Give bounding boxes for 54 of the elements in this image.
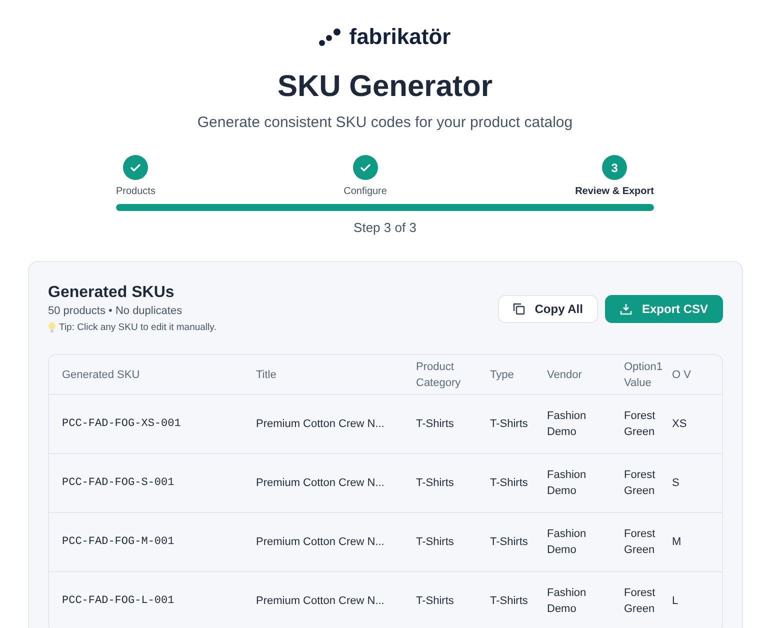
lightbulb-icon <box>48 322 56 333</box>
export-button[interactable]: Export CSV <box>604 295 723 323</box>
table-cell-text: Fashion Demo <box>547 586 588 617</box>
column-header: Product Category <box>416 360 462 390</box>
check-icon <box>360 163 371 172</box>
table-cell-text: Fashion Demo <box>547 409 588 440</box>
table-cell-text: Fashion Demo <box>547 527 588 558</box>
table-cell-text: T-Shirts <box>416 535 455 550</box>
sku-cell[interactable]: PCC-FAD-FOG-S-001 <box>49 475 256 491</box>
column-header: Vendor <box>547 368 583 382</box>
copy-button[interactable]: Copy All <box>498 295 598 323</box>
table-cell-text: Forest Green <box>624 468 656 499</box>
table-cell-text: Forest Green <box>624 409 656 440</box>
table-cell-text: XS <box>672 417 688 432</box>
step-label: Review & Export <box>575 186 654 197</box>
table-cell-text: Premium Cotton Crew N... <box>256 594 386 609</box>
dots-logo-icon <box>319 28 342 46</box>
table-cell-text: T-Shirts <box>416 476 455 491</box>
table-cell-text: T-Shirts <box>490 535 529 550</box>
step-caption: Step 3 of 3 <box>352 220 418 235</box>
logo-text: fabrikatör <box>349 24 451 50</box>
table-cell-text: Premium Cotton Crew N... <box>256 476 386 491</box>
column-header: Option1 Value <box>624 360 664 390</box>
table-cell-text: T-Shirts <box>416 417 455 432</box>
sku-cell[interactable]: PCC-FAD-FOG-XS-001 <box>49 416 256 432</box>
tip-text: Tip: Click any SKU to edit it manually. <box>59 322 216 333</box>
column-header: Generated SKU <box>61 368 141 382</box>
table-cell-text: S <box>672 476 680 491</box>
copy-icon <box>512 303 525 315</box>
page-title: SKU Generator <box>276 70 494 104</box>
table-cell-text: Forest Green <box>624 527 656 558</box>
card-title: Generated SKUs <box>48 284 176 302</box>
sku-cell[interactable]: PCC-FAD-FOG-M-001 <box>49 534 256 550</box>
page-subtitle: Generate consistent SKU codes for your product catalog <box>196 114 574 131</box>
step-label: Configure <box>344 186 387 197</box>
table-cell-text: T-Shirts <box>416 594 455 609</box>
card-summary: 50 products • No duplicates <box>48 305 184 317</box>
step-indicator: 3 <box>602 155 628 180</box>
table-cell-text: Forest Green <box>624 586 656 617</box>
table-cell-text: M <box>672 535 682 550</box>
column-header: Type <box>490 368 515 382</box>
step-label: Products <box>116 186 156 197</box>
table-cell-text: L <box>672 594 680 609</box>
column-header: O V <box>672 368 692 382</box>
table-cell-text: T-Shirts <box>490 594 529 609</box>
check-icon <box>130 163 142 172</box>
table-cell-text: T-Shirts <box>490 417 529 432</box>
table-cell-text: Premium Cotton Crew N... <box>256 417 386 432</box>
table-cell-text: Premium Cotton Crew N... <box>256 535 386 550</box>
table-cell-text: T-Shirts <box>490 476 529 491</box>
download-icon <box>620 303 632 315</box>
column-header: Title <box>256 368 278 382</box>
sku-cell[interactable]: PCC-FAD-FOG-L-001 <box>49 593 256 609</box>
table-cell-text: Fashion Demo <box>547 468 588 499</box>
